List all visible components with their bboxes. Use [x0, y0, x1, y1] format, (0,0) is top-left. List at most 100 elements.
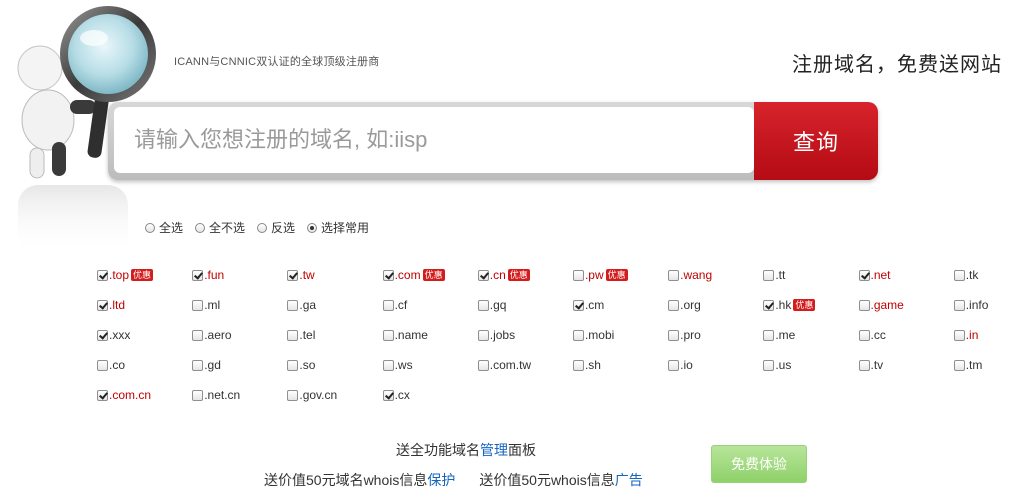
tld-option[interactable]: .net [858, 260, 954, 290]
tld-option[interactable]: .fun [192, 260, 287, 290]
tld-checkbox[interactable] [287, 299, 299, 311]
tld-option[interactable]: .ga [287, 290, 382, 320]
tld-checkbox[interactable] [953, 329, 965, 341]
tld-checkbox[interactable] [97, 269, 108, 281]
tld-option[interactable]: .tm [953, 350, 1022, 380]
tld-option[interactable]: .cx [382, 380, 478, 410]
tld-checkbox[interactable] [97, 329, 108, 341]
tld-checkbox[interactable] [287, 389, 299, 401]
tld-checkbox[interactable] [477, 329, 489, 341]
tld-checkbox[interactable] [763, 299, 775, 311]
free-trial-button[interactable]: 免费体验 [711, 445, 807, 483]
tld-checkbox[interactable] [572, 329, 584, 341]
tld-checkbox[interactable] [668, 269, 680, 281]
tld-checkbox[interactable] [572, 269, 584, 281]
tld-option[interactable]: .me [763, 320, 858, 350]
tld-option[interactable]: .info [953, 290, 1022, 320]
tld-checkbox[interactable] [477, 299, 489, 311]
tld-option[interactable]: .cc [858, 320, 954, 350]
tld-option[interactable]: .ws [382, 350, 478, 380]
search-button[interactable]: 查询 [754, 102, 878, 180]
tld-checkbox[interactable] [287, 359, 299, 371]
tld-option[interactable]: .cn 优惠 [477, 260, 573, 290]
tld-checkbox[interactable] [477, 359, 489, 371]
tld-option[interactable]: .hk 优惠 [763, 290, 858, 320]
radio-option[interactable]: 选择常用 [307, 219, 369, 236]
tld-option[interactable]: .tw [287, 260, 382, 290]
tld-checkbox[interactable] [763, 359, 775, 371]
tld-option[interactable]: .jobs [477, 320, 573, 350]
tld-checkbox[interactable] [382, 329, 394, 341]
tld-option[interactable]: .tk [953, 260, 1022, 290]
tld-option[interactable]: .pw 优惠 [572, 260, 668, 290]
tld-checkbox[interactable] [382, 389, 394, 401]
tld-option[interactable]: .cm [572, 290, 668, 320]
tld-option[interactable]: .mobi [572, 320, 668, 350]
tld-option[interactable]: .co [97, 350, 192, 380]
tld-option[interactable]: .aero [192, 320, 287, 350]
tld-option[interactable]: .ltd [97, 290, 192, 320]
tld-option[interactable]: .tv [858, 350, 954, 380]
tld-option[interactable]: .pro [668, 320, 763, 350]
tld-checkbox[interactable] [97, 389, 108, 401]
tld-checkbox[interactable] [953, 299, 965, 311]
tld-checkbox[interactable] [477, 269, 489, 281]
tld-option[interactable]: .in [953, 320, 1022, 350]
tld-checkbox[interactable] [763, 329, 775, 341]
tld-checkbox[interactable] [953, 359, 965, 371]
tld-option[interactable]: .com.tw [477, 350, 573, 380]
tld-checkbox[interactable] [192, 359, 204, 371]
tld-option[interactable]: .top 优惠 [97, 260, 192, 290]
tld-option[interactable]: .io [668, 350, 763, 380]
radio-button[interactable] [307, 222, 318, 233]
tld-option[interactable]: .gov.cn [287, 380, 382, 410]
tld-option[interactable]: .game [858, 290, 954, 320]
tld-checkbox[interactable] [668, 299, 680, 311]
tld-checkbox[interactable] [382, 269, 394, 281]
tld-checkbox[interactable] [953, 269, 965, 281]
radio-option[interactable]: 全选 [145, 219, 183, 236]
tld-option[interactable]: .com 优惠 [382, 260, 478, 290]
tld-checkbox[interactable] [858, 269, 870, 281]
tld-checkbox[interactable] [763, 269, 775, 281]
tld-option[interactable]: .org [668, 290, 763, 320]
whois-ad-link[interactable]: 广告 [615, 472, 643, 488]
tld-checkbox[interactable] [287, 269, 299, 281]
tld-option[interactable]: .ml [192, 290, 287, 320]
tld-checkbox[interactable] [668, 329, 680, 341]
radio-button[interactable] [145, 222, 155, 233]
radio-button[interactable] [195, 222, 206, 233]
tld-checkbox[interactable] [287, 329, 299, 341]
tld-option[interactable]: .xxx [97, 320, 192, 350]
tld-option[interactable]: .net.cn [192, 380, 287, 410]
tld-checkbox[interactable] [572, 299, 584, 311]
tld-checkbox[interactable] [192, 299, 204, 311]
tld-option[interactable]: .sh [572, 350, 668, 380]
tld-checkbox[interactable] [192, 389, 204, 401]
tld-option[interactable]: .gq [477, 290, 573, 320]
tld-option[interactable]: .name [382, 320, 478, 350]
tld-option[interactable]: .so [287, 350, 382, 380]
radio-option[interactable]: 反选 [257, 219, 295, 236]
tld-checkbox[interactable] [192, 269, 204, 281]
whois-protection-link[interactable]: 保护 [427, 472, 455, 488]
tld-checkbox[interactable] [858, 329, 870, 341]
tld-checkbox[interactable] [382, 299, 394, 311]
radio-option[interactable]: 全不选 [195, 219, 245, 236]
tld-option[interactable]: .cf [382, 290, 478, 320]
tld-option[interactable]: .tt [763, 260, 858, 290]
tld-checkbox[interactable] [192, 329, 204, 341]
domain-search-input[interactable] [114, 107, 754, 173]
tld-checkbox[interactable] [858, 299, 870, 311]
tld-checkbox[interactable] [858, 359, 870, 371]
tld-option[interactable]: .us [763, 350, 858, 380]
tld-checkbox[interactable] [97, 299, 108, 311]
tld-option[interactable]: .wang [668, 260, 763, 290]
management-link[interactable]: 管理 [480, 442, 508, 458]
tld-option[interactable]: .gd [192, 350, 287, 380]
tld-checkbox[interactable] [572, 359, 584, 371]
tld-option[interactable]: .tel [287, 320, 382, 350]
tld-checkbox[interactable] [382, 359, 394, 371]
tld-option[interactable]: .com.cn [97, 380, 192, 410]
tld-checkbox[interactable] [97, 359, 108, 371]
